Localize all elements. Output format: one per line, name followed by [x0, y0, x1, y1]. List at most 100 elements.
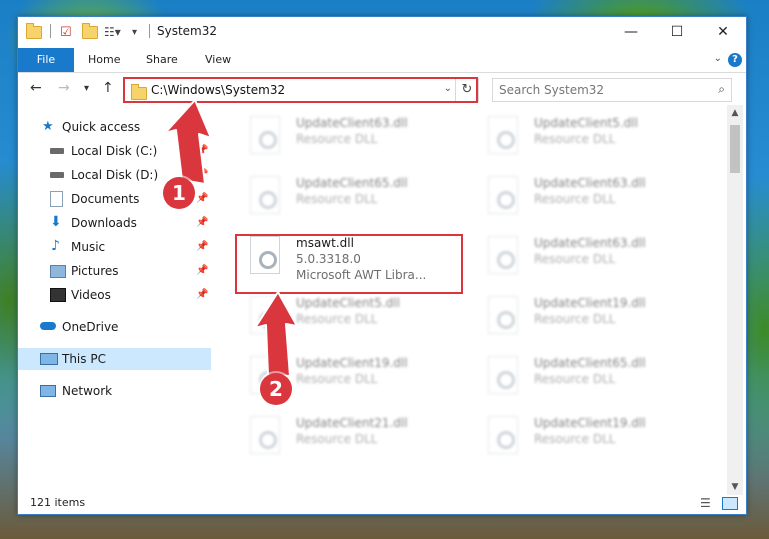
file-item[interactable]: UpdateClient65.dll Resource DLL	[478, 352, 698, 408]
dropdown-icon[interactable]: ▾	[132, 24, 137, 40]
cloud-icon	[40, 322, 56, 330]
computer-icon	[40, 353, 58, 365]
sidebar-item-label: Videos	[71, 288, 111, 302]
file-item[interactable]: UpdateClient21.dll Resource DLL	[240, 412, 460, 468]
file-item[interactable]: UpdateClient19.dll Resource DLL	[478, 412, 698, 468]
file-item[interactable]: UpdateClient63.dll Resource DLL	[478, 172, 698, 228]
recent-locations-icon[interactable]: ▾	[84, 83, 89, 94]
tab-share[interactable]: Share	[146, 48, 178, 72]
pin-icon[interactable]: 📌	[196, 193, 208, 204]
file-type: Resource DLL	[534, 132, 616, 146]
pin-icon[interactable]: 📌	[196, 145, 208, 156]
dll-file-icon	[488, 236, 518, 274]
file-name: UpdateClient5.dll	[296, 296, 400, 310]
drive-icon	[50, 172, 64, 178]
file-list: UpdateClient63.dll Resource DLL UpdateCl…	[230, 112, 726, 492]
file-item[interactable]: UpdateClient63.dll Resource DLL	[240, 112, 460, 168]
tab-file[interactable]: File	[18, 48, 74, 72]
sidebar-item-label: Music	[71, 240, 106, 254]
pin-icon[interactable]: 📌	[196, 241, 208, 252]
up-arrow-icon[interactable]: ↑	[102, 80, 114, 96]
file-name: UpdateClient65.dll	[534, 356, 646, 370]
vertical-scrollbar[interactable]: ▲ ▼	[727, 105, 743, 495]
pin-icon[interactable]: 📌	[196, 217, 208, 228]
step-callout-1: 1	[163, 177, 195, 209]
sidebar-item-label: Network	[62, 384, 113, 398]
file-name: UpdateClient63.dll	[296, 116, 408, 130]
file-type: Resource DLL	[296, 432, 378, 446]
sidebar-item-quick-access[interactable]: ★ Quick access	[18, 116, 211, 138]
sidebar-item-label: OneDrive	[62, 320, 119, 334]
sidebar-item-label: Downloads	[71, 216, 137, 230]
file-item[interactable]: UpdateClient5.dll Resource DLL	[240, 292, 460, 348]
scrollbar-thumb[interactable]	[730, 125, 740, 173]
sidebar-item-local-disk-c[interactable]: Local Disk (C:) 📌	[18, 140, 211, 162]
new-folder-icon[interactable]	[82, 22, 98, 40]
maximize-button[interactable]: ☐	[654, 17, 700, 48]
forward-arrow-icon[interactable]: →	[58, 80, 70, 96]
folder-icon	[26, 22, 42, 40]
chevron-down-icon[interactable]: ⌄	[714, 53, 722, 64]
film-icon	[50, 288, 66, 302]
search-input[interactable]	[497, 81, 706, 99]
search-icon[interactable]: ⌕	[718, 82, 725, 97]
file-name: UpdateClient63.dll	[534, 236, 646, 250]
pin-icon[interactable]: 📌	[196, 265, 208, 276]
dll-file-icon	[488, 296, 518, 334]
documents-icon	[50, 191, 63, 207]
sidebar-item-label: This PC	[62, 352, 106, 366]
dll-file-icon	[488, 116, 518, 154]
large-icons-view-icon[interactable]	[722, 497, 738, 510]
network-icon	[40, 385, 56, 397]
dll-file-icon	[250, 176, 280, 214]
file-type: Resource DLL	[296, 132, 378, 146]
sidebar-item-this-pc[interactable]: This PC	[18, 348, 211, 370]
customize-icon[interactable]: ☷▾	[104, 24, 121, 40]
step-callout-2: 2	[260, 373, 292, 405]
file-highlight	[235, 234, 463, 294]
file-name: UpdateClient63.dll	[534, 176, 646, 190]
star-icon: ★	[42, 119, 54, 134]
pin-icon[interactable]: 📌	[196, 289, 208, 300]
sidebar-item-videos[interactable]: Videos 📌	[18, 284, 211, 306]
sidebar-item-label: Local Disk (C:)	[71, 144, 158, 158]
file-name: UpdateClient21.dll	[296, 416, 408, 430]
sidebar-item-label: Documents	[71, 192, 140, 206]
sidebar-item-downloads[interactable]: ⬇ Downloads 📌	[18, 212, 211, 234]
sidebar-item-network[interactable]: Network	[18, 380, 211, 402]
back-arrow-icon[interactable]: ←	[30, 80, 42, 96]
pin-icon[interactable]: 📌	[196, 169, 208, 180]
file-item[interactable]: UpdateClient63.dll Resource DLL	[478, 232, 698, 288]
help-button[interactable]: ?	[728, 53, 742, 67]
address-bar-highlight	[123, 77, 478, 103]
sidebar-item-label: Local Disk (D:)	[71, 168, 159, 182]
close-button[interactable]: ✕	[700, 17, 746, 48]
file-item[interactable]: UpdateClient5.dll Resource DLL	[478, 112, 698, 168]
divider	[149, 24, 150, 38]
dll-file-icon	[250, 416, 280, 454]
sidebar-item-music[interactable]: ♪ Music 📌	[18, 236, 211, 258]
file-name: UpdateClient65.dll	[296, 176, 408, 190]
navigation-pane: ★ Quick access Local Disk (C:) 📌 Local D…	[18, 112, 211, 492]
dll-file-icon	[488, 416, 518, 454]
sidebar-item-onedrive[interactable]: OneDrive	[18, 316, 211, 338]
tab-home[interactable]: Home	[88, 48, 120, 72]
tab-view[interactable]: View	[205, 48, 231, 72]
file-type: Resource DLL	[534, 432, 616, 446]
divider	[50, 24, 51, 38]
properties-icon[interactable]: ☑	[60, 24, 72, 40]
file-item[interactable]: UpdateClient65.dll Resource DLL	[240, 172, 460, 228]
status-bar: 121 items ☰	[18, 493, 746, 513]
details-view-icon[interactable]: ☰	[700, 496, 711, 510]
file-type: Resource DLL	[534, 312, 616, 326]
search-box[interactable]: ⌕	[492, 78, 732, 102]
sidebar-item-pictures[interactable]: Pictures 📌	[18, 260, 211, 282]
dll-file-icon	[250, 296, 280, 334]
file-item[interactable]: UpdateClient19.dll Resource DLL	[478, 292, 698, 348]
dll-file-icon	[488, 176, 518, 214]
scroll-up-arrow-icon[interactable]: ▲	[727, 105, 743, 121]
file-type: Resource DLL	[296, 312, 378, 326]
minimize-button[interactable]: —	[608, 17, 654, 48]
dll-file-icon	[250, 116, 280, 154]
drive-icon	[50, 148, 64, 154]
